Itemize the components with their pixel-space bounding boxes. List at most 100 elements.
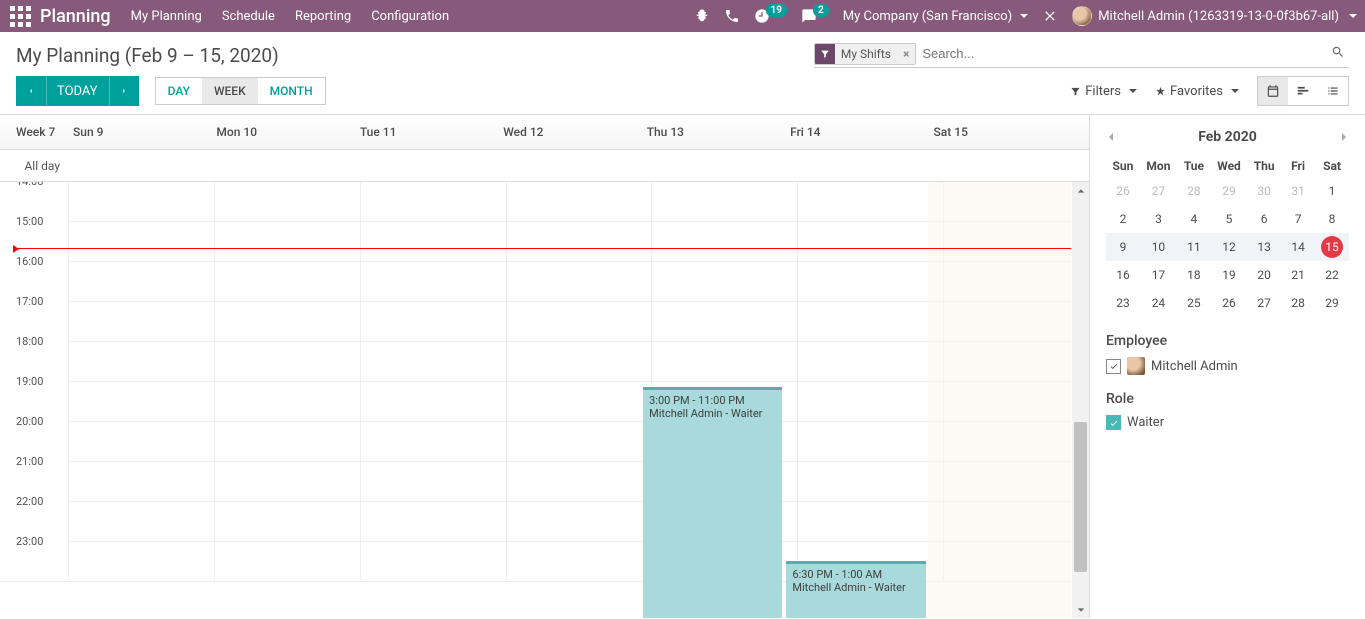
mini-cal-day[interactable]: 28 bbox=[1177, 177, 1211, 205]
scroll-up-icon[interactable] bbox=[1072, 182, 1089, 199]
calendar-body[interactable]: 14:0015:0016:0017:0018:0019:0020:0021:00… bbox=[0, 182, 1089, 618]
mini-cal-day[interactable]: 27 bbox=[1247, 289, 1281, 317]
role-filter-row[interactable]: Waiter bbox=[1106, 415, 1349, 430]
mini-cal-day[interactable]: 5 bbox=[1211, 205, 1247, 233]
voip-icon[interactable] bbox=[724, 8, 740, 24]
mini-cal-day[interactable]: 3 bbox=[1140, 205, 1177, 233]
day-header[interactable]: Thu 13 bbox=[642, 115, 785, 149]
calendar-view-button[interactable] bbox=[1258, 77, 1288, 105]
close-studio-icon[interactable] bbox=[1042, 8, 1058, 24]
next-period-button[interactable] bbox=[109, 76, 139, 106]
allday-slot[interactable] bbox=[642, 150, 785, 181]
search-input[interactable] bbox=[916, 42, 1327, 65]
mini-cal-day[interactable]: 2 bbox=[1106, 205, 1140, 233]
filters-dropdown[interactable]: Filters bbox=[1070, 84, 1137, 99]
mini-cal-day[interactable]: 11 bbox=[1177, 233, 1211, 261]
app-brand[interactable]: Planning bbox=[40, 6, 111, 27]
activity-icon[interactable]: 19 bbox=[754, 8, 787, 24]
mini-cal-day[interactable]: 18 bbox=[1177, 261, 1211, 289]
discuss-icon[interactable]: 2 bbox=[801, 8, 829, 24]
mini-cal-day[interactable]: 6 bbox=[1247, 205, 1281, 233]
allday-slot[interactable] bbox=[211, 150, 354, 181]
apps-icon[interactable] bbox=[8, 4, 32, 28]
mini-cal-day[interactable]: 29 bbox=[1211, 177, 1247, 205]
mini-cal-day[interactable]: 13 bbox=[1247, 233, 1281, 261]
day-header[interactable]: Sat 15 bbox=[929, 115, 1072, 149]
mini-cal-day[interactable]: 26 bbox=[1106, 177, 1140, 205]
debug-icon[interactable] bbox=[694, 8, 710, 24]
employee-filter-row[interactable]: Mitchell Admin bbox=[1106, 357, 1349, 375]
facet-label: My Shifts bbox=[835, 47, 897, 61]
facet-remove-icon[interactable]: × bbox=[897, 47, 915, 61]
mini-calendar: Feb 2020 SunMonTueWedThuFriSat2627282930… bbox=[1106, 125, 1349, 317]
week-number: Week 7 bbox=[0, 115, 68, 149]
mini-cal-day[interactable]: 21 bbox=[1281, 261, 1315, 289]
mini-cal-day[interactable]: 29 bbox=[1315, 289, 1349, 317]
mini-cal-dow: Sat bbox=[1315, 155, 1349, 177]
mini-cal-day[interactable]: 26 bbox=[1211, 289, 1247, 317]
nav-reporting[interactable]: Reporting bbox=[295, 9, 351, 24]
day-header[interactable]: Fri 14 bbox=[785, 115, 928, 149]
nav-schedule[interactable]: Schedule bbox=[222, 9, 275, 24]
mini-cal-day[interactable]: 24 bbox=[1140, 289, 1177, 317]
nav-my-planning[interactable]: My Planning bbox=[131, 9, 202, 24]
nav-configuration[interactable]: Configuration bbox=[371, 9, 449, 24]
allday-slot[interactable] bbox=[929, 150, 1072, 181]
scroll-down-icon[interactable] bbox=[1072, 601, 1089, 618]
allday-slot[interactable] bbox=[785, 150, 928, 181]
mini-cal-day[interactable]: 25 bbox=[1177, 289, 1211, 317]
chevron-down-icon bbox=[1020, 14, 1028, 18]
calendar-event[interactable]: 6:30 PM - 1:00 AMMitchell Admin - Waiter bbox=[786, 561, 925, 618]
mini-cal-day[interactable]: 1 bbox=[1315, 177, 1349, 205]
search-icon[interactable] bbox=[1327, 45, 1349, 63]
event-title: Mitchell Admin - Waiter bbox=[792, 581, 919, 594]
mini-cal-day[interactable]: 15 bbox=[1315, 233, 1349, 261]
company-switcher[interactable]: My Company (San Francisco) bbox=[843, 9, 1028, 24]
mini-cal-day[interactable]: 31 bbox=[1281, 177, 1315, 205]
list-view-button[interactable] bbox=[1318, 77, 1348, 105]
mini-cal-day[interactable]: 17 bbox=[1140, 261, 1177, 289]
mini-cal-day[interactable]: 20 bbox=[1247, 261, 1281, 289]
allday-slot[interactable] bbox=[355, 150, 498, 181]
day-header[interactable]: Tue 11 bbox=[355, 115, 498, 149]
prev-period-button[interactable] bbox=[16, 76, 46, 106]
favorites-dropdown[interactable]: Favorites bbox=[1155, 84, 1239, 99]
mini-cal-day[interactable]: 12 bbox=[1211, 233, 1247, 261]
mini-cal-day[interactable]: 30 bbox=[1247, 177, 1281, 205]
day-header[interactable]: Wed 12 bbox=[498, 115, 641, 149]
user-menu[interactable]: Mitchell Admin (1263319-13-0-0f3b67-all) bbox=[1072, 6, 1357, 26]
today-button[interactable]: TODAY bbox=[46, 76, 109, 106]
mini-cal-day[interactable]: 8 bbox=[1315, 205, 1349, 233]
day-header[interactable]: Mon 10 bbox=[211, 115, 354, 149]
scrollbar[interactable] bbox=[1072, 182, 1089, 618]
mini-cal-day[interactable]: 9 bbox=[1106, 233, 1140, 261]
checkbox-icon[interactable] bbox=[1106, 359, 1121, 374]
scale-day[interactable]: DAY bbox=[156, 78, 202, 104]
page-title: My Planning (Feb 9 – 15, 2020) bbox=[16, 40, 279, 67]
mini-cal-day[interactable]: 27 bbox=[1140, 177, 1177, 205]
scale-month[interactable]: MONTH bbox=[258, 78, 325, 104]
allday-slot[interactable] bbox=[498, 150, 641, 181]
mini-cal-day[interactable]: 28 bbox=[1281, 289, 1315, 317]
checkbox-icon[interactable] bbox=[1106, 415, 1121, 430]
allday-slot[interactable] bbox=[68, 150, 211, 181]
mini-cal-day[interactable]: 7 bbox=[1281, 205, 1315, 233]
mini-cal-day[interactable]: 19 bbox=[1211, 261, 1247, 289]
next-month-icon[interactable] bbox=[1339, 132, 1349, 142]
event-time: 6:30 PM - 1:00 AM bbox=[792, 568, 919, 581]
scale-week[interactable]: WEEK bbox=[202, 78, 258, 104]
day-header[interactable]: Sun 9 bbox=[68, 115, 211, 149]
calendar-event[interactable]: 3:00 PM - 11:00 PMMitchell Admin - Waite… bbox=[643, 387, 782, 618]
control-panel: My Planning (Feb 9 – 15, 2020) My Shifts… bbox=[0, 32, 1365, 115]
scroll-thumb[interactable] bbox=[1074, 422, 1087, 572]
favorites-label: Favorites bbox=[1170, 84, 1223, 99]
mini-cal-day[interactable]: 22 bbox=[1315, 261, 1349, 289]
mini-cal-day[interactable]: 10 bbox=[1140, 233, 1177, 261]
mini-cal-day[interactable]: 23 bbox=[1106, 289, 1140, 317]
mini-cal-day[interactable]: 4 bbox=[1177, 205, 1211, 233]
filter-icon bbox=[815, 44, 835, 64]
prev-month-icon[interactable] bbox=[1106, 132, 1116, 142]
mini-cal-day[interactable]: 14 bbox=[1281, 233, 1315, 261]
mini-cal-day[interactable]: 16 bbox=[1106, 261, 1140, 289]
gantt-view-button[interactable] bbox=[1288, 77, 1318, 105]
